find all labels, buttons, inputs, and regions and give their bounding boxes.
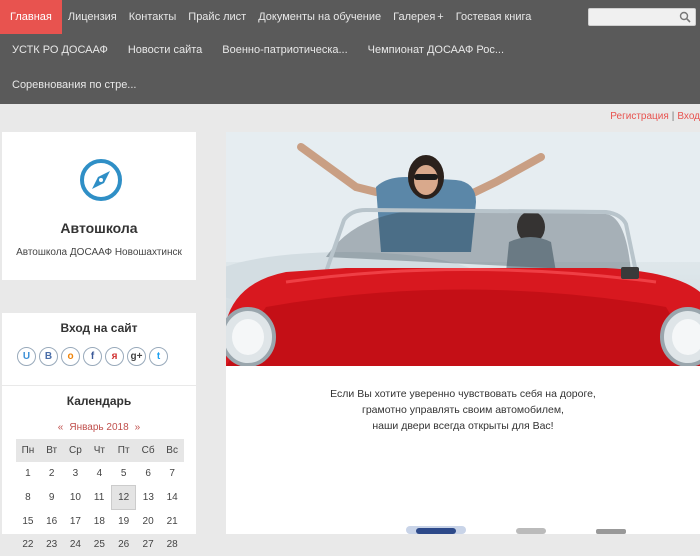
calendar-weekday: Вс	[160, 439, 184, 462]
nav-item[interactable]: Соревнования по стре...	[0, 68, 146, 102]
calendar-prev-button[interactable]: «	[55, 422, 67, 433]
calendar-weekday: Чт	[87, 439, 112, 462]
nav-item[interactable]: Главная	[0, 0, 62, 34]
calendar-day[interactable]: 6	[136, 462, 160, 486]
calendar-day[interactable]: 1	[16, 462, 40, 486]
site-title: Автошкола	[60, 220, 138, 236]
calendar-day[interactable]: 26	[111, 533, 136, 556]
compass-icon	[80, 159, 122, 201]
social-login-list: U Bо f я g+ t	[17, 347, 168, 366]
calendar-day[interactable]: 2	[40, 462, 64, 486]
calendar-day[interactable]: 18	[87, 510, 111, 534]
login-title: Вход на сайт	[60, 321, 138, 335]
odnoklassniki-icon[interactable]: о	[61, 347, 80, 366]
partner-logos-strip	[406, 526, 626, 534]
welcome-line: грамотно управлять своим автомобилем,	[362, 404, 564, 416]
calendar-weekday: Пт	[111, 439, 136, 462]
calendar-day[interactable]: 14	[160, 486, 184, 510]
calendar-day[interactable]: 8	[16, 486, 40, 510]
calendar-day[interactable]: 9	[40, 486, 64, 510]
calendar-day[interactable]: 17	[63, 510, 87, 534]
calendar-day[interactable]: 24	[63, 533, 87, 556]
nav-item[interactable]: Контакты	[123, 0, 183, 34]
calendar-day[interactable]: 22	[16, 533, 40, 556]
calendar-month-label[interactable]: Январь 2018	[66, 422, 131, 433]
welcome-line: Если Вы хотите уверенно чувствовать себя…	[330, 388, 596, 400]
nav-row-tertiary: Соревнования по стре...	[0, 68, 146, 102]
calendar-grid: Пн Вт Ср Чт Пт Сб Вс 1 2 3 4 5 6 7 8 9 10 11 12 13 14 15 16 17…	[16, 439, 184, 556]
calendar-day[interactable]: 15	[16, 510, 40, 534]
calendar-day[interactable]: 21	[160, 510, 184, 534]
site-subtitle: Автошкола ДОСААФ Новошахтинск	[16, 247, 182, 258]
nav-item[interactable]: Гостевая книга	[450, 0, 538, 34]
nav-item[interactable]: Лицензия	[62, 0, 123, 34]
calendar-block: Календарь «Январь 2018» Пн Вт Ср Чт Пт Сб Вс 1…	[2, 386, 196, 550]
nav-item[interactable]: Прайс лист	[182, 0, 252, 34]
calendar-week: 15 16 17 18 19 20 21	[16, 510, 184, 534]
hero-illustration	[226, 132, 700, 366]
calendar-weekday: Ср	[63, 439, 88, 462]
calendar-day[interactable]: 4	[87, 462, 111, 486]
search-input[interactable]	[588, 8, 696, 26]
calendar-day[interactable]: 28	[160, 533, 184, 556]
calendar-week: 1234567	[16, 462, 184, 486]
nav-row-secondary: УСТК РО ДОСААФ Новости сайта Военно-патрио…	[0, 33, 514, 67]
welcome-line: наши двери всегда открыты для Вас!	[372, 420, 554, 432]
hero-image	[226, 132, 700, 366]
login-block: Вход на сайт U Bо f я g+ t	[2, 313, 196, 385]
calendar-day[interactable]: 10	[63, 486, 87, 510]
search-icon[interactable]	[679, 11, 691, 23]
expand-icon: +	[437, 11, 444, 23]
calendar-month-nav: «Январь 2018»	[2, 422, 196, 433]
twitter-icon[interactable]: t	[149, 347, 168, 366]
calendar-week: 8 9 10 11 12 13 14	[16, 485, 184, 510]
nav-item[interactable]: Чемпионат ДОСААФ Рос...	[358, 33, 514, 67]
nav-row-primary: Главная Лицензия Контакты Прайс лист Докумен…	[0, 0, 537, 34]
calendar-day[interactable]: 13	[136, 486, 160, 510]
calendar-weekday: Вт	[39, 439, 64, 462]
nav-item[interactable]: Новости сайта	[118, 33, 212, 67]
register-link[interactable]: Регистрация	[610, 111, 668, 122]
welcome-text: Если Вы хотите уверенно чувствовать себя…	[226, 386, 700, 434]
calendar-day[interactable]: 11	[87, 486, 111, 510]
site-info-card: Автошкола Автошкола ДОСААФ Новошахтинск	[2, 132, 196, 280]
calendar-weekdays: Пн Вт Ср Чт Пт Сб Вс	[16, 439, 184, 462]
facebook-icon[interactable]: f	[83, 347, 102, 366]
ucoz-icon[interactable]: U	[17, 347, 36, 366]
calendar-weekday: Сб	[135, 439, 161, 462]
calendar-day[interactable]: 20	[136, 510, 160, 534]
calendar-day[interactable]: 16	[40, 510, 64, 534]
nav-item[interactable]: Галерея +	[387, 0, 450, 34]
nav-item[interactable]: Документы на обучение	[252, 0, 387, 34]
auth-links: Регистрация | Вход	[610, 111, 700, 122]
top-navigation: Главная Лицензия Контакты Прайс лист Докумен…	[0, 0, 700, 104]
calendar-day[interactable]: 27	[136, 533, 160, 556]
vkontakte-icon[interactable]: B	[39, 347, 58, 366]
calendar-day[interactable]: 5	[111, 462, 136, 486]
calendar-day[interactable]: 23	[40, 533, 64, 556]
main-content: Если Вы хотите уверенно чувствовать себя…	[226, 132, 700, 534]
nav-item[interactable]: УСТК РО ДОСААФ	[0, 33, 118, 67]
calendar-next-button[interactable]: »	[132, 422, 144, 433]
nav-item[interactable]: Военно-патриотическа...	[212, 33, 357, 67]
google-plus-icon[interactable]: g+	[127, 347, 146, 366]
calendar-week: 22 23 24 25 26 27 28	[16, 533, 184, 556]
calendar-day[interactable]: 12	[110, 485, 137, 510]
calendar-weekday: Пн	[16, 439, 40, 462]
calendar-day[interactable]: 19	[111, 510, 136, 534]
calendar-days: 1 2 3 4 5 6 7 8 9 10 11 12 13 14 15 16 17 18 19 20 21 22 23 24 2…	[16, 462, 184, 556]
calendar-day[interactable]: 7	[160, 462, 184, 486]
calendar-day[interactable]: 25	[87, 533, 111, 556]
login-link[interactable]: Вход	[677, 111, 700, 122]
calendar-title: Календарь	[66, 394, 132, 408]
yandex-icon[interactable]: я	[105, 347, 124, 366]
calendar-day[interactable]: 3	[63, 462, 87, 486]
